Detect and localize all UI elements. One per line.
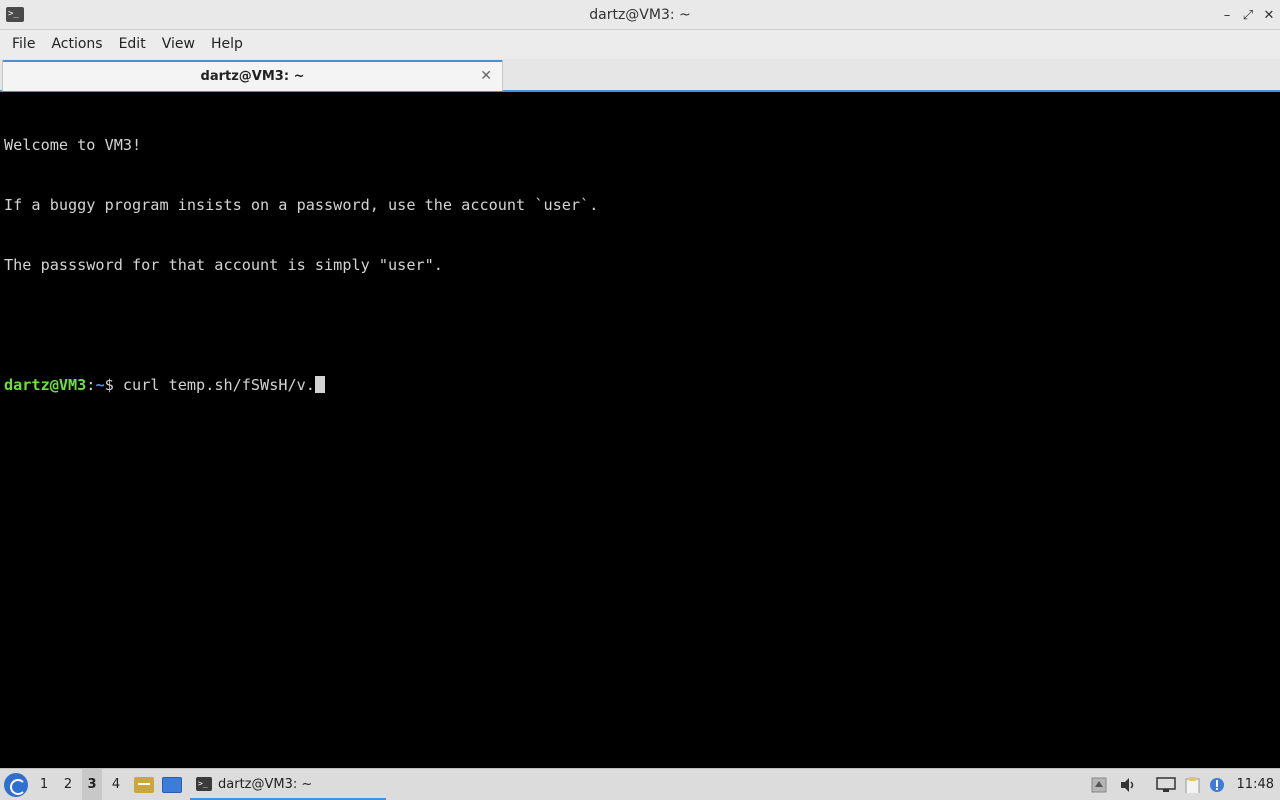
workspace-4[interactable]: 4 [106, 769, 126, 800]
menu-edit[interactable]: Edit [111, 30, 154, 59]
prompt-user: dartz@VM3 [4, 376, 87, 394]
menu-file[interactable]: File [4, 30, 43, 59]
terminal-line: Welcome to VM3! [4, 136, 142, 154]
menu-help[interactable]: Help [203, 30, 251, 59]
menu-actions[interactable]: Actions [43, 30, 110, 59]
minimize-icon[interactable]: – [1218, 6, 1236, 24]
tab-terminal[interactable]: dartz@VM3: ~ ✕ [2, 60, 503, 91]
network-icon[interactable] [1156, 777, 1176, 793]
text-cursor [314, 376, 325, 393]
terminal-output[interactable]: Welcome to VM3! If a buggy program insis… [0, 94, 1280, 768]
prompt-symbol: $ [104, 376, 123, 394]
taskbar: 1 2 3 4 >_ dartz@VM3: ~ 11:48 [0, 768, 1280, 800]
tray-up-icon[interactable] [1091, 777, 1107, 793]
tab-label: dartz@VM3: ~ [200, 69, 305, 84]
close-icon[interactable]: ✕ [480, 68, 492, 84]
window-titlebar: >_ dartz@VM3: ~ – ⤢ ✕ [0, 0, 1280, 30]
taskbar-window-button[interactable]: >_ dartz@VM3: ~ [190, 770, 386, 800]
workspace-1[interactable]: 1 [34, 769, 54, 800]
maximize-icon[interactable]: ⤢ [1239, 6, 1257, 24]
window-title: dartz@VM3: ~ [589, 6, 691, 23]
terminal-line: The passsword for that account is simply… [4, 256, 443, 274]
terminal-icon: >_ [6, 7, 24, 22]
prompt-line[interactable]: dartz@VM3:~$ curl temp.sh/fSWsH/v. [4, 375, 1276, 395]
workspace-2[interactable]: 2 [58, 769, 78, 800]
prompt-path: ~ [95, 376, 105, 394]
updates-icon[interactable] [1209, 777, 1225, 793]
taskbar-window-label: dartz@VM3: ~ [218, 776, 313, 792]
menu-view[interactable]: View [154, 30, 203, 59]
file-manager-icon[interactable] [134, 777, 154, 793]
clock[interactable]: 11:48 [1237, 769, 1274, 800]
close-icon[interactable]: ✕ [1260, 6, 1278, 24]
tab-bar: dartz@VM3: ~ ✕ [0, 59, 1280, 92]
clipboard-icon[interactable] [1184, 777, 1202, 793]
start-menu-icon[interactable] [4, 773, 28, 797]
command-input[interactable]: curl temp.sh/fSWsH/v. [123, 376, 315, 394]
menu-bar: File Actions Edit View Help [0, 30, 1280, 59]
workspace-3[interactable]: 3 [82, 769, 102, 800]
terminal-icon: >_ [196, 777, 212, 791]
terminal-line: If a buggy program insists on a password… [4, 196, 599, 214]
volume-icon[interactable] [1119, 777, 1137, 793]
show-desktop-icon[interactable] [162, 777, 182, 793]
